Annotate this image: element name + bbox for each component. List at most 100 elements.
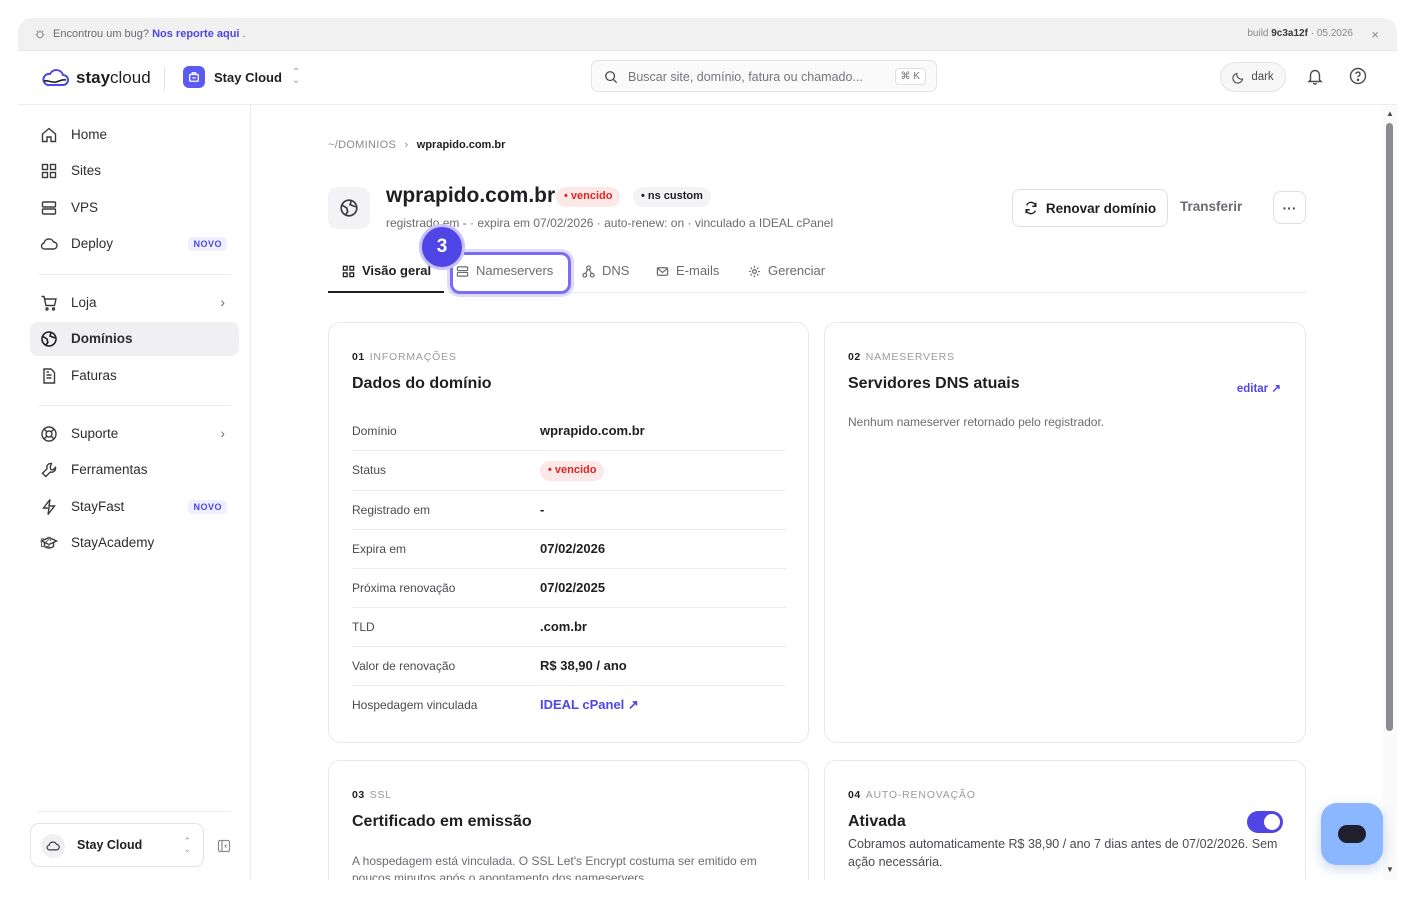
row-key: Expira em	[352, 542, 407, 556]
grid-icon	[41, 163, 57, 179]
card-title: Dados do domínio	[352, 375, 492, 392]
cloud-icon	[40, 238, 58, 250]
tab-visao-geral[interactable]: Visão geral	[328, 263, 445, 293]
moon-icon	[1232, 72, 1244, 84]
sidebar-item-dominios[interactable]: Domínios	[30, 322, 239, 356]
tab-gerenciar[interactable]: Gerenciar	[748, 263, 825, 293]
scroll-up-icon[interactable]: ▲	[1386, 109, 1394, 118]
transfer-button[interactable]: Transferir	[1180, 199, 1242, 214]
brand-name: staycloud	[76, 68, 151, 87]
sidebar-item-ferramentas[interactable]: Ferramentas	[30, 453, 239, 487]
sidebar-item-sites[interactable]: Sites	[30, 154, 239, 188]
chat-widget-button[interactable]	[1321, 803, 1383, 865]
tab-label: Visão geral	[362, 263, 432, 278]
search-input[interactable]: Buscar site, domínio, fatura ou chamado.…	[591, 60, 937, 92]
document-icon	[43, 368, 56, 384]
scroll-down-icon[interactable]: ▼	[1386, 865, 1394, 874]
gear-icon	[748, 265, 761, 278]
card-kicker: 03 SSL	[352, 789, 392, 801]
sidebar-item-stayfast[interactable]: StayFast NOVO	[30, 490, 239, 524]
bell-icon[interactable]	[1306, 67, 1324, 85]
card-title: Servidores DNS atuais	[848, 375, 1020, 392]
tab-label: E-mails	[676, 263, 720, 278]
header-divider	[164, 67, 165, 91]
scrollbar[interactable]: ▲ ▼	[1383, 105, 1397, 880]
bug-icon	[35, 30, 45, 39]
sidebar-item-deploy[interactable]: Deploy NOVO	[30, 227, 239, 261]
globe-icon	[41, 331, 57, 347]
tab-label: Gerenciar	[768, 263, 826, 278]
status-badge: • vencido	[540, 461, 605, 481]
tab-emails[interactable]: E-mails	[656, 263, 719, 293]
sidebar-item-label: Home	[71, 127, 108, 142]
top-header: staycloud Stay Cloud ⌃ ⌄ Buscar site, dom…	[18, 51, 1397, 105]
main-content: ~/DOMINIOS › wprapido.com.br wprapido.co…	[252, 105, 1383, 880]
tutorial-highlight	[450, 252, 571, 294]
card-description: Cobramos automaticamente R$ 38,90 / ano …	[848, 837, 1278, 869]
breadcrumb-parent[interactable]: ~/DOMINIOS	[328, 139, 396, 151]
card-kicker: 02 NAMESERVERS	[848, 351, 955, 363]
status-badge: • vencido	[556, 187, 621, 207]
renew-domain-button[interactable]: Renovar domínio	[1012, 189, 1168, 227]
theme-toggle-button[interactable]: dark	[1220, 62, 1286, 92]
wrench-icon	[41, 462, 57, 478]
sidebar-divider	[38, 274, 231, 275]
sidebar-item-label: Ferramentas	[71, 462, 148, 477]
table-row: Próxima renovação 07/02/2025	[352, 569, 786, 608]
table-row: Hospedagem vinculada IDEAL cPanel ↗	[352, 686, 786, 725]
account-name: Stay Cloud	[77, 838, 143, 852]
search-shortcut: ⌘ K	[894, 68, 926, 85]
new-badge: NOVO	[188, 500, 227, 514]
row-value: -	[540, 502, 545, 517]
logo[interactable]: staycloud	[40, 68, 151, 88]
sidebar-item-label: Loja	[71, 295, 97, 310]
sidebar-item-label: Deploy	[71, 236, 114, 251]
row-key: Status	[352, 463, 387, 477]
domain-info-card: 01 INFORMAÇÕES Dados do domínio Domínio wp…	[328, 322, 809, 743]
chevron-updown-icon: ⌃ ⌄	[291, 67, 301, 86]
sidebar-collapse-icon[interactable]	[217, 839, 231, 853]
external-link-icon	[40, 536, 52, 548]
help-icon[interactable]	[1349, 67, 1367, 85]
sidebar-item-faturas[interactable]: Faturas	[30, 359, 239, 393]
row-key: Valor de renovação	[352, 659, 456, 673]
tab-dns[interactable]: DNS	[582, 263, 629, 293]
workspace-switcher[interactable]: Stay Cloud ⌃ ⌄	[183, 66, 300, 88]
row-key: Próxima renovação	[352, 581, 456, 595]
table-row: Status • vencido	[352, 451, 786, 491]
sidebar-item-label: Suporte	[71, 426, 119, 441]
domain-icon	[328, 187, 370, 229]
card-title: Ativada	[848, 813, 906, 830]
card-kicker: 01 INFORMAÇÕES	[352, 351, 457, 363]
sidebar-divider	[38, 811, 231, 812]
hosting-link[interactable]: IDEAL cPanel ↗	[540, 697, 639, 713]
sidebar-item-label: Sites	[71, 163, 102, 178]
bug-report-link[interactable]: Nos reporte aqui	[152, 28, 239, 40]
auto-renew-toggle[interactable]	[1247, 811, 1283, 833]
sidebar-item-home[interactable]: Home	[30, 118, 239, 152]
search-placeholder: Buscar site, domínio, fatura ou chamado.…	[628, 70, 863, 84]
scrollbar-thumb[interactable]	[1386, 123, 1393, 731]
refresh-icon	[1025, 201, 1037, 215]
chat-bubble-icon	[1338, 825, 1366, 843]
chevron-right-icon: ›	[220, 294, 225, 310]
build-info: build 9c3a12f · 05.2026	[1247, 28, 1353, 39]
cart-icon	[41, 295, 57, 311]
edit-nameservers-link[interactable]: editar ↗	[1237, 381, 1281, 395]
sidebar-item-stayacademy[interactable]: StayAcademy	[30, 526, 239, 560]
sidebar-item-loja[interactable]: Loja ›	[30, 286, 239, 320]
theme-label: dark	[1251, 71, 1274, 83]
more-options-button[interactable]: ···	[1273, 191, 1306, 224]
server-icon	[41, 201, 57, 215]
mail-icon	[656, 267, 669, 276]
sidebar-item-label: StayFast	[71, 499, 125, 514]
row-key: Registrado em	[352, 503, 431, 517]
home-icon	[41, 127, 57, 143]
bug-report-text: Encontrou um bug? Nos reporte aqui .	[53, 28, 246, 40]
sidebar-item-suporte[interactable]: Suporte ›	[30, 417, 239, 451]
sidebar-item-vps[interactable]: VPS	[30, 191, 239, 225]
account-switcher[interactable]: Stay Cloud ⌃ ⌄	[30, 823, 204, 867]
workspace-icon	[183, 66, 205, 88]
close-icon[interactable]: ×	[1371, 27, 1379, 42]
workspace-label: Stay Cloud	[214, 69, 282, 85]
